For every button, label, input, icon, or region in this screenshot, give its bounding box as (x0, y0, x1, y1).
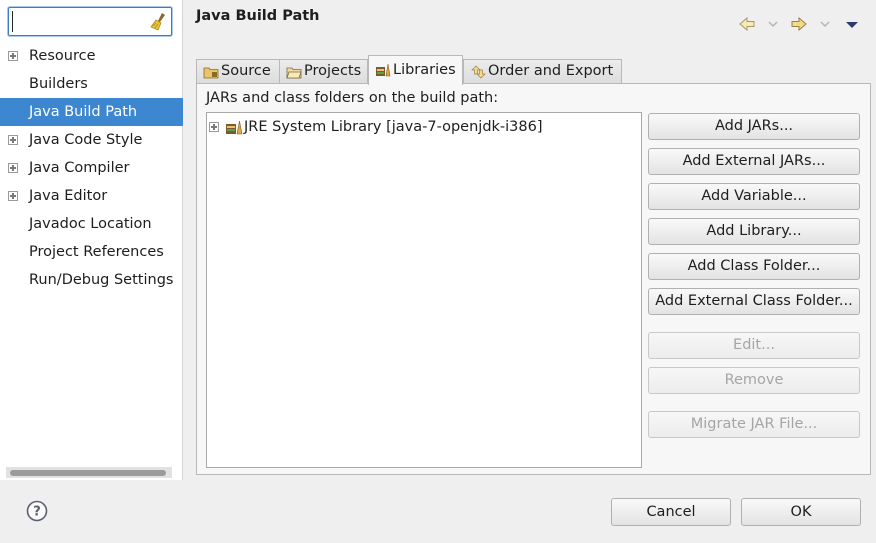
view-menu-icon[interactable] (845, 14, 859, 34)
scrollbar-thumb[interactable] (10, 470, 166, 476)
tree-item-java-build-path[interactable]: Java Build Path (0, 98, 183, 126)
build-path-hint: JARs and class folders on the build path… (206, 90, 499, 106)
libraries-tree[interactable]: JRE System Library [java-7-openjdk-i386] (206, 112, 642, 468)
ok-button[interactable]: OK (741, 498, 861, 526)
tab-label: Libraries (393, 62, 456, 78)
tree-item-label: Run/Debug Settings (29, 272, 174, 288)
tab-libraries[interactable]: Libraries (368, 55, 463, 85)
horizontal-scrollbar[interactable] (6, 467, 172, 478)
expand-icon[interactable] (8, 163, 18, 173)
filter-input[interactable] (12, 11, 148, 32)
projects-folder-icon (286, 67, 302, 79)
expand-icon[interactable] (8, 51, 18, 61)
expand-icon[interactable] (8, 135, 18, 145)
tree-item-project-references[interactable]: Project References (0, 238, 183, 266)
back-dropdown-icon[interactable] (767, 14, 779, 34)
tree-item-label: Resource (29, 48, 96, 64)
source-folder-icon (203, 67, 219, 79)
tree-item-resource[interactable]: Resource (0, 42, 183, 70)
tree-item-builders[interactable]: Builders (0, 70, 183, 98)
forward-dropdown-icon[interactable] (819, 14, 831, 34)
add-jars-button[interactable]: Add JARs... (648, 113, 860, 140)
clear-filter-icon[interactable] (150, 12, 168, 31)
page-title: Java Build Path (196, 8, 320, 24)
tree-item-java-editor[interactable]: Java Editor (0, 182, 183, 210)
cancel-button[interactable]: Cancel (611, 498, 731, 526)
tree-item-java-compiler[interactable]: Java Compiler (0, 154, 183, 182)
tab-label: Projects (304, 63, 362, 79)
expand-icon[interactable] (8, 191, 18, 201)
tab-label: Source (221, 63, 271, 79)
tree-item-javadoc-location[interactable]: Javadoc Location (0, 210, 183, 238)
tree-item-java-code-style[interactable]: Java Code Style (0, 126, 183, 154)
migrate-jar-button[interactable]: Migrate JAR File... (648, 411, 860, 438)
add-variable-button[interactable]: Add Variable... (648, 183, 860, 210)
tab-source[interactable]: Source (196, 59, 280, 84)
expand-icon[interactable] (209, 122, 219, 132)
tab-order-and-export[interactable]: Order and Export (463, 59, 622, 84)
library-entry-label: JRE System Library [java-7-openjdk-i386] (244, 119, 543, 135)
svg-text:?: ? (33, 505, 41, 520)
help-icon[interactable]: ? (26, 500, 48, 522)
library-entry[interactable]: JRE System Library [java-7-openjdk-i386] (207, 117, 641, 137)
add-external-jars-button[interactable]: Add External JARs... (648, 148, 860, 175)
add-class-folder-button[interactable]: Add Class Folder... (648, 253, 860, 280)
remove-button[interactable]: Remove (648, 367, 860, 394)
add-external-class-folder-button[interactable]: Add External Class Folder... (648, 288, 860, 315)
tree-item-label: Java Build Path (29, 104, 138, 120)
tree-item-label: Builders (29, 76, 88, 92)
tree-item-run-debug-settings[interactable]: Run/Debug Settings (0, 266, 183, 294)
add-library-button[interactable]: Add Library... (648, 218, 860, 245)
preferences-tree: Resource Builders Java Build Path Java C… (0, 42, 183, 294)
tree-item-label: Java Editor (29, 188, 108, 204)
forward-arrow-icon[interactable] (790, 14, 808, 34)
edit-button[interactable]: Edit... (648, 332, 860, 359)
preferences-tree-panel: Resource Builders Java Build Path Java C… (0, 0, 183, 480)
tab-projects[interactable]: Projects (279, 59, 368, 84)
tree-item-label: Java Compiler (29, 160, 130, 176)
libraries-page: JARs and class folders on the build path… (196, 83, 871, 475)
back-arrow-icon[interactable] (738, 14, 756, 34)
library-icon (226, 120, 243, 135)
tab-label: Order and Export (488, 63, 614, 79)
libraries-icon (376, 63, 391, 77)
tree-item-label: Javadoc Location (29, 216, 152, 232)
tree-item-label: Java Code Style (29, 132, 143, 148)
filter-field[interactable] (8, 7, 172, 36)
tree-item-label: Project References (29, 244, 164, 260)
order-export-icon (471, 65, 486, 79)
